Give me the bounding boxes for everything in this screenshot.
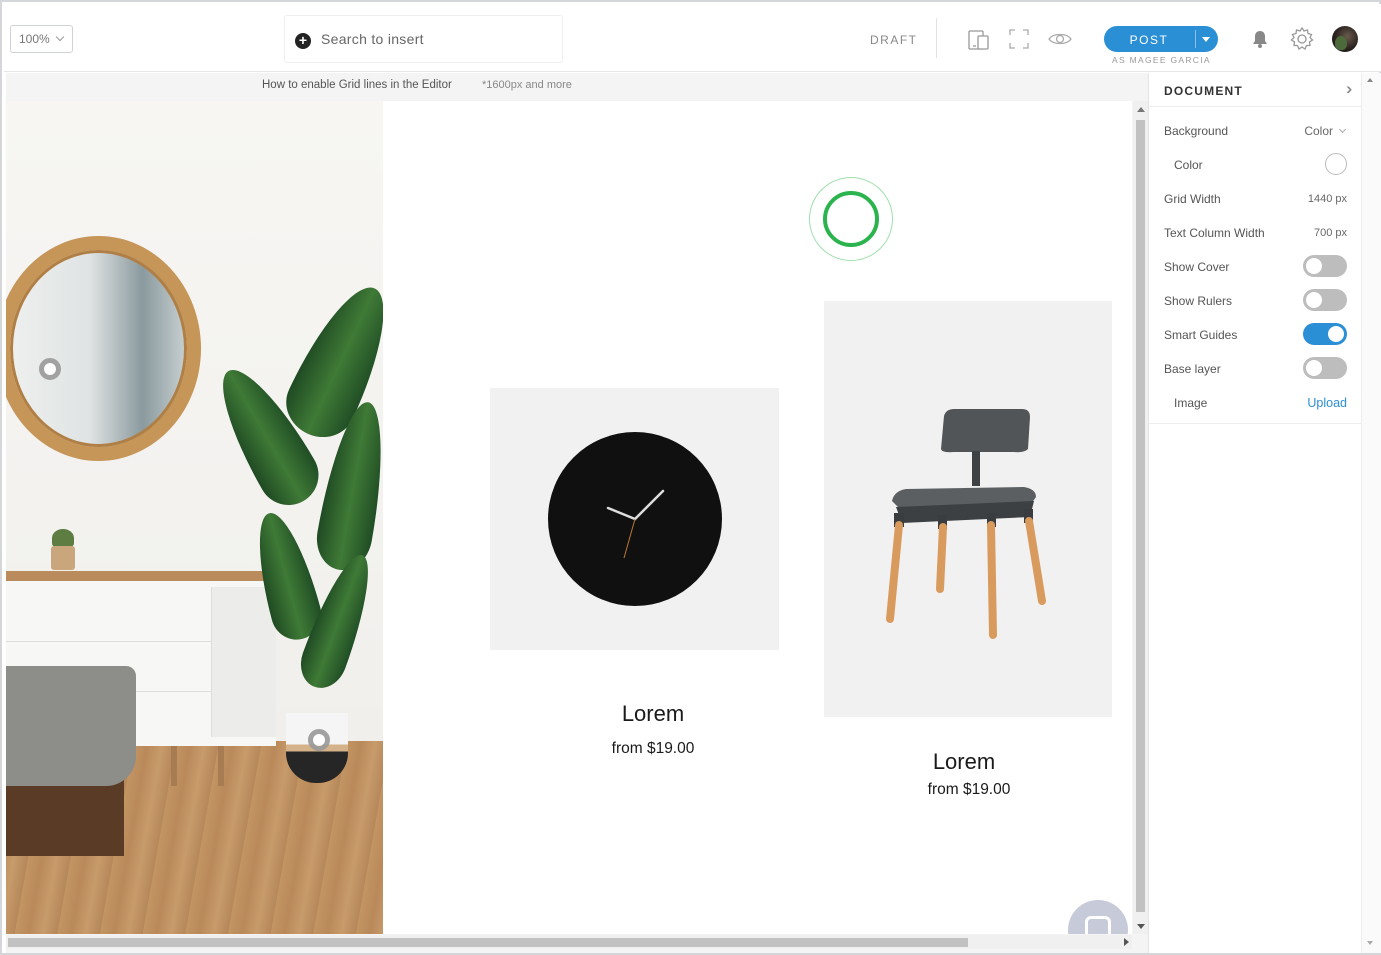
product-price: from $19.00 — [927, 781, 1011, 798]
clock-icon — [548, 432, 722, 606]
document-page[interactable]: Lorem from $19.00 Lorem from $19.00 — [6, 101, 1132, 934]
scroll-up-icon[interactable] — [1367, 78, 1373, 82]
product-title[interactable]: Lorem — [503, 701, 803, 727]
scroll-right-icon[interactable] — [1124, 938, 1129, 946]
base-layer-row: Base layer — [1149, 351, 1362, 385]
background-type-value: Color — [1304, 124, 1333, 138]
smart-guides-row: Smart Guides — [1149, 317, 1362, 351]
chair-icon — [886, 409, 1046, 639]
scrollbar-thumb[interactable] — [1136, 120, 1145, 912]
user-avatar[interactable] — [1332, 26, 1358, 52]
gear-icon[interactable] — [1289, 26, 1315, 57]
text-column-width-label: Text Column Width — [1164, 226, 1265, 240]
draft-status: DRAFT — [870, 33, 918, 47]
color-row: Color — [1149, 147, 1362, 181]
panel-header: DOCUMENT ›› — [1149, 73, 1362, 107]
scroll-up-icon[interactable] — [1137, 107, 1145, 112]
eye-icon[interactable] — [1047, 28, 1073, 50]
image-label: Image — [1174, 396, 1208, 410]
show-rulers-toggle[interactable] — [1303, 289, 1347, 311]
text-column-width-row: Text Column Width 700 px — [1149, 215, 1362, 249]
smart-guides-toggle[interactable] — [1303, 323, 1347, 345]
show-rulers-row: Show Rulers — [1149, 283, 1362, 317]
post-label: POST — [1129, 33, 1169, 47]
color-swatch[interactable] — [1325, 153, 1347, 175]
top-toolbar: 100% + Search to insert DRAFT POST AS MA… — [4, 4, 1381, 72]
loading-spinner-icon — [809, 177, 893, 261]
product-image-clock[interactable] — [490, 388, 779, 650]
chat-launcher-button[interactable] — [1068, 900, 1128, 934]
mirror-image-part — [6, 236, 201, 461]
background-label: Background — [1164, 124, 1229, 138]
chevron-down-icon — [1338, 125, 1347, 134]
product-price: from $19.00 — [611, 740, 695, 757]
editor-canvas: How to enable Grid lines in the Editor *… — [6, 73, 1148, 953]
post-as-user: AS MAGEE GARCIA — [1112, 55, 1211, 65]
zoom-select[interactable]: 100% — [10, 25, 73, 53]
text-column-width-input[interactable]: 700 px — [1314, 227, 1347, 239]
fullscreen-icon[interactable] — [1008, 28, 1030, 50]
show-cover-label: Show Cover — [1164, 260, 1230, 274]
background-row: Background Color — [1149, 113, 1362, 147]
room-image[interactable] — [6, 101, 383, 934]
canvas-horizontal-scrollbar[interactable] — [6, 935, 1132, 949]
color-label: Color — [1174, 158, 1203, 172]
base-layer-toggle[interactable] — [1303, 357, 1347, 379]
scroll-down-icon[interactable] — [1367, 941, 1373, 945]
search-placeholder: Search to insert — [321, 31, 424, 47]
product-image-chair[interactable] — [824, 301, 1112, 717]
panel-divider — [1149, 423, 1362, 424]
panel-title: DOCUMENT — [1164, 84, 1243, 98]
grid-lines-hint-note: *1600px and more — [482, 79, 572, 91]
smart-guides-label: Smart Guides — [1164, 328, 1238, 342]
small-plant-image-part — [52, 529, 74, 547]
show-cover-toggle[interactable] — [1303, 255, 1347, 277]
show-cover-row: Show Cover — [1149, 249, 1362, 283]
zoom-value: 100% — [19, 32, 50, 46]
plus-circle-icon: + — [295, 33, 311, 49]
double-chevron-right-icon[interactable]: ›› — [1346, 80, 1354, 97]
search-insert-input[interactable]: + Search to insert — [284, 15, 563, 63]
chat-bubble-icon — [1085, 916, 1111, 934]
grid-width-label: Grid Width — [1164, 192, 1221, 206]
scroll-down-icon[interactable] — [1137, 924, 1145, 929]
image-hotspot-handle[interactable] — [308, 729, 330, 751]
caret-down-icon[interactable] — [1202, 37, 1210, 42]
document-settings-panel: DOCUMENT ›› Background Color Color Grid … — [1148, 73, 1362, 953]
image-row: Image Upload — [1149, 385, 1362, 419]
panel-scrollbar[interactable] — [1361, 73, 1381, 953]
grid-width-input[interactable]: 1440 px — [1308, 193, 1347, 205]
product-title[interactable]: Lorem — [814, 749, 1114, 775]
bell-icon[interactable] — [1250, 29, 1270, 54]
show-rulers-label: Show Rulers — [1164, 294, 1233, 308]
post-split-divider — [1195, 30, 1196, 48]
editor-window: 100% + Search to insert DRAFT POST AS MA… — [0, 0, 1381, 955]
grid-lines-hint[interactable]: How to enable Grid lines in the Editor — [262, 79, 452, 91]
small-pot-image-part — [51, 546, 75, 570]
upload-image-link[interactable]: Upload — [1307, 396, 1347, 410]
base-layer-label: Base layer — [1164, 362, 1221, 376]
bed-image-part — [6, 666, 141, 934]
scrollbar-thumb[interactable] — [8, 938, 968, 947]
grid-width-row: Grid Width 1440 px — [1149, 181, 1362, 215]
canvas-vertical-scrollbar[interactable] — [1133, 101, 1148, 934]
chevron-down-icon — [55, 32, 65, 42]
image-hotspot-handle[interactable] — [39, 358, 61, 380]
devices-icon[interactable] — [967, 28, 989, 50]
toolbar-divider — [936, 18, 937, 58]
post-button[interactable]: POST — [1104, 26, 1218, 52]
background-type-select[interactable]: Color — [1304, 124, 1347, 138]
